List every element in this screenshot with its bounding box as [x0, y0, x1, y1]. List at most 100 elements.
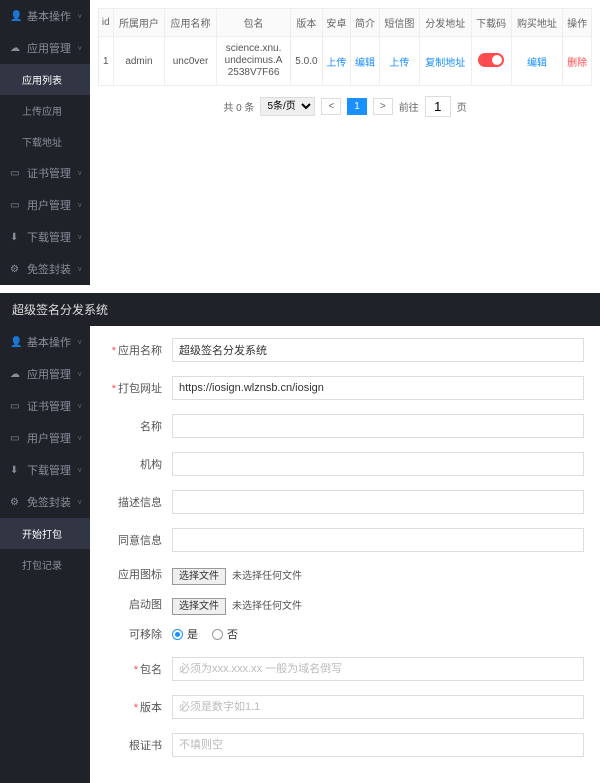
sidebar-label: 应用管理: [27, 40, 71, 56]
appname-input[interactable]: [172, 338, 584, 362]
chevron-down-icon: ˅: [77, 265, 82, 274]
cell-buy[interactable]: 删除: [563, 37, 592, 86]
sidebar-item[interactable]: 应用列表: [0, 64, 90, 95]
sidebar-label: 开始打包: [22, 526, 62, 541]
cert-input[interactable]: [172, 733, 584, 757]
chevron-down-icon: ˅: [77, 12, 82, 21]
sidebar-item[interactable]: 👤基本操作˅: [0, 326, 90, 358]
pager-total: 共 0 条: [223, 99, 254, 114]
form-row: *打包网址: [106, 376, 584, 400]
sidebar-item[interactable]: ⚙免签封装˅: [0, 253, 90, 285]
menu-icon: ▭: [10, 401, 22, 412]
consent-input[interactable]: [172, 528, 584, 552]
sidebar-label: 打包记录: [22, 557, 62, 572]
menu-icon: ☁: [10, 43, 22, 54]
sidebar-item[interactable]: ▭用户管理˅: [0, 422, 90, 454]
form-label: 机构: [106, 456, 162, 472]
cell-user: admin: [113, 37, 165, 86]
cell-dist[interactable]: 复制地址: [419, 37, 471, 86]
launch-file-button[interactable]: 选择文件: [172, 598, 226, 615]
sidebar-item[interactable]: 开始打包: [0, 518, 90, 549]
cell-name: unc0ver: [165, 37, 217, 86]
sidebar-item[interactable]: 上传应用: [0, 95, 90, 126]
sidebar-item[interactable]: 打包记录: [0, 549, 90, 580]
menu-icon: ⬇: [10, 232, 22, 243]
form-label: 描述信息: [106, 494, 162, 510]
ver-input[interactable]: [172, 695, 584, 719]
cell-id: 1: [99, 37, 114, 86]
pkg-input[interactable]: [172, 657, 584, 681]
sidebar-label: 下载管理: [27, 462, 71, 478]
menu-icon: ▭: [10, 200, 22, 211]
form-row: 机构: [106, 452, 584, 476]
cell-ver: 5.0.0: [291, 37, 322, 86]
switch-toggle[interactable]: [478, 53, 504, 67]
form-row: 启动图选择文件未选择任何文件: [106, 596, 584, 612]
sidebar-item[interactable]: ⚙免签封装˅: [0, 486, 90, 518]
app-table: id所属用户应用名称包名版本安卓简介短信图分发地址下载码购买地址操作 1admi…: [98, 8, 592, 86]
sidebar-label: 证书管理: [27, 165, 71, 181]
table-header: 包名: [216, 9, 291, 37]
chevron-down-icon: ˅: [77, 466, 82, 475]
sidebar-item[interactable]: ☁应用管理˅: [0, 358, 90, 390]
sidebar-label: 应用列表: [22, 72, 62, 87]
chevron-down-icon: ˅: [77, 402, 82, 411]
form-label: 同意信息: [106, 532, 162, 548]
form-label: 应用图标: [106, 566, 162, 582]
remove-yes[interactable]: 是: [172, 626, 198, 642]
form-row: 根证书: [106, 733, 584, 757]
form-label: 名称: [106, 418, 162, 434]
pager-unit: 页: [457, 99, 467, 114]
table-header: 简介: [351, 9, 380, 37]
sidebar-item[interactable]: 下载地址: [0, 126, 90, 157]
chevron-down-icon: ˅: [77, 201, 82, 210]
org-input[interactable]: [172, 452, 584, 476]
url-input[interactable]: [172, 376, 584, 400]
menu-icon: ☁: [10, 369, 22, 380]
menu-icon: ⬇: [10, 465, 22, 476]
table-header: 所属用户: [113, 9, 165, 37]
chevron-down-icon: ˅: [77, 338, 82, 347]
form-label: *应用名称: [106, 342, 162, 358]
pager-page[interactable]: 1: [347, 98, 367, 115]
form-row: *包名: [106, 657, 584, 681]
table-header: 版本: [291, 9, 322, 37]
pager-prev[interactable]: <: [321, 98, 341, 115]
pager-size[interactable]: 5条/页: [260, 97, 315, 116]
top-main: id所属用户应用名称包名版本安卓简介短信图分发地址下载码购买地址操作 1admi…: [90, 0, 600, 285]
pager-goto-label: 前往: [399, 99, 419, 114]
sidebar-label: 上传应用: [22, 103, 62, 118]
sidebar-item[interactable]: ▭ 证书管理 ˅: [0, 390, 90, 422]
pager: 共 0 条 5条/页 < 1 > 前往 页: [98, 96, 592, 117]
cell-sms[interactable]: 上传: [379, 37, 419, 86]
sidebar-label: 下载地址: [22, 134, 62, 149]
sidebar-label: 证书管理: [27, 398, 71, 414]
chevron-down-icon: ˅: [77, 434, 82, 443]
sidebar-item[interactable]: ⬇ 下载管理 ˅: [0, 454, 90, 486]
sidebar-item[interactable]: ▭证书管理˅: [0, 157, 90, 189]
name-input[interactable]: [172, 414, 584, 438]
icon-file-button[interactable]: 选择文件: [172, 568, 226, 585]
menu-icon: ▭: [10, 433, 22, 444]
remove-no[interactable]: 否: [212, 626, 238, 642]
table-header: 购买地址: [511, 9, 563, 37]
cell-pkg: science.xnu.undecimus.A2538V7F66: [216, 37, 291, 86]
desc-input[interactable]: [172, 490, 584, 514]
cell-android[interactable]: 上传: [322, 37, 351, 86]
chevron-down-icon: ˅: [77, 498, 82, 507]
form-row: 名称: [106, 414, 584, 438]
form-row: 同意信息: [106, 528, 584, 552]
cell-dl[interactable]: 编辑: [511, 37, 563, 86]
sidebar-item[interactable]: ▭用户管理˅: [0, 189, 90, 221]
pager-next[interactable]: >: [373, 98, 393, 115]
sidebar-item[interactable]: 👤基本操作˅: [0, 0, 90, 32]
pager-goto-input[interactable]: [425, 96, 451, 117]
table-header: 下载码: [471, 9, 511, 37]
sidebar-item[interactable]: ☁应用管理˅: [0, 32, 90, 64]
cell-toggle: [471, 37, 511, 86]
form-label: 可移除: [106, 626, 162, 642]
app-header: 超级签名分发系统: [0, 293, 600, 326]
form-label: *打包网址: [106, 380, 162, 396]
cell-intro[interactable]: 编辑: [351, 37, 380, 86]
sidebar-item[interactable]: ⬇下载管理˅: [0, 221, 90, 253]
